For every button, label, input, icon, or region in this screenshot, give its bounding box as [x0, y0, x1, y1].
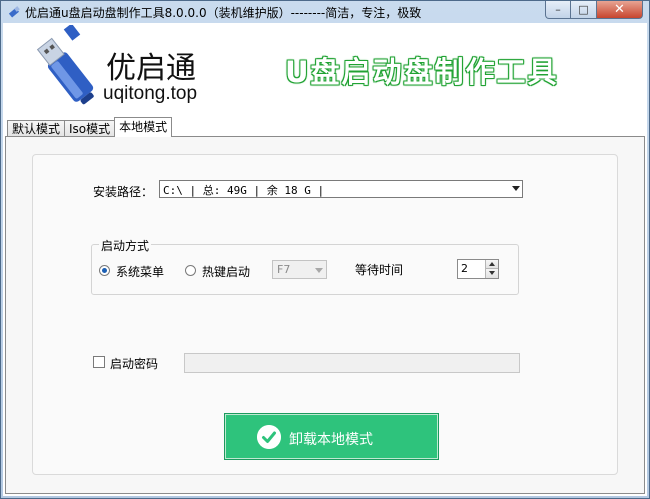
close-button[interactable]: ✕ [597, 1, 643, 19]
tab-local-mode[interactable]: 本地模式 [114, 117, 173, 137]
wait-time-stepper[interactable]: 2 [457, 259, 499, 279]
usb-drive-logo-icon [36, 25, 94, 105]
boot-mode-group-title: 启动方式 [99, 237, 152, 254]
wait-time-value[interactable]: 2 [461, 262, 468, 275]
hotkey-select-value: F7 [277, 263, 291, 276]
app-window: 优启通u盘启动盘制作工具8.0.0.0（装机维护版）--------简洁，专注，… [0, 0, 650, 499]
check-circle-icon [257, 425, 281, 449]
wait-time-label: 等待时间 [355, 263, 404, 277]
radio-hotkey[interactable] [185, 265, 196, 276]
minimize-button[interactable]: – [545, 1, 571, 19]
brand-url: uqitong.top [103, 83, 198, 104]
install-path-select[interactable]: C:\ | 总: 49G | 余 18 G | [159, 180, 523, 198]
boot-password-label[interactable]: 启动密码 [110, 355, 158, 372]
spin-down-icon[interactable] [485, 269, 498, 278]
title-bar[interactable]: 优启通u盘启动盘制作工具8.0.0.0（装机维护版）--------简洁，专注，… [1, 1, 649, 23]
brand-name: 优启通 [106, 51, 196, 86]
radio-hotkey-label[interactable]: 热键启动 [202, 263, 250, 280]
window-title: 优启通u盘启动盘制作工具8.0.0.0（装机维护版）--------简洁，专注，… [25, 6, 422, 20]
uninstall-local-mode-button[interactable]: 卸载本地模式 [224, 413, 439, 460]
mode-tabs: 默认模式 Iso模式 本地模式 [7, 116, 173, 137]
install-path-value: C:\ | 总: 49G | 余 18 G | [163, 184, 325, 197]
app-icon [8, 6, 20, 18]
spin-up-icon[interactable] [485, 260, 498, 269]
hotkey-select[interactable]: F7 [272, 260, 327, 279]
chevron-down-icon [315, 268, 323, 273]
radio-system-menu-label[interactable]: 系统菜单 [116, 263, 164, 280]
tab-default-mode[interactable]: 默认模式 [7, 120, 66, 137]
boot-password-field[interactable] [184, 353, 520, 373]
tab-iso-mode[interactable]: Iso模式 [64, 120, 116, 137]
header-banner: 优启通 uqitong.top U盘启动盘制作工具 [3, 23, 647, 116]
install-path-label: 安装路径： [93, 185, 154, 199]
chevron-down-icon [512, 186, 520, 191]
slogan-banner: U盘启动盘制作工具 [285, 55, 559, 89]
window-controls: – □ ✕ [545, 1, 643, 20]
uninstall-local-mode-label: 卸载本地模式 [289, 432, 373, 448]
maximize-button[interactable]: □ [571, 1, 597, 19]
boot-password-checkbox[interactable] [93, 356, 105, 368]
radio-system-menu[interactable] [99, 265, 110, 276]
